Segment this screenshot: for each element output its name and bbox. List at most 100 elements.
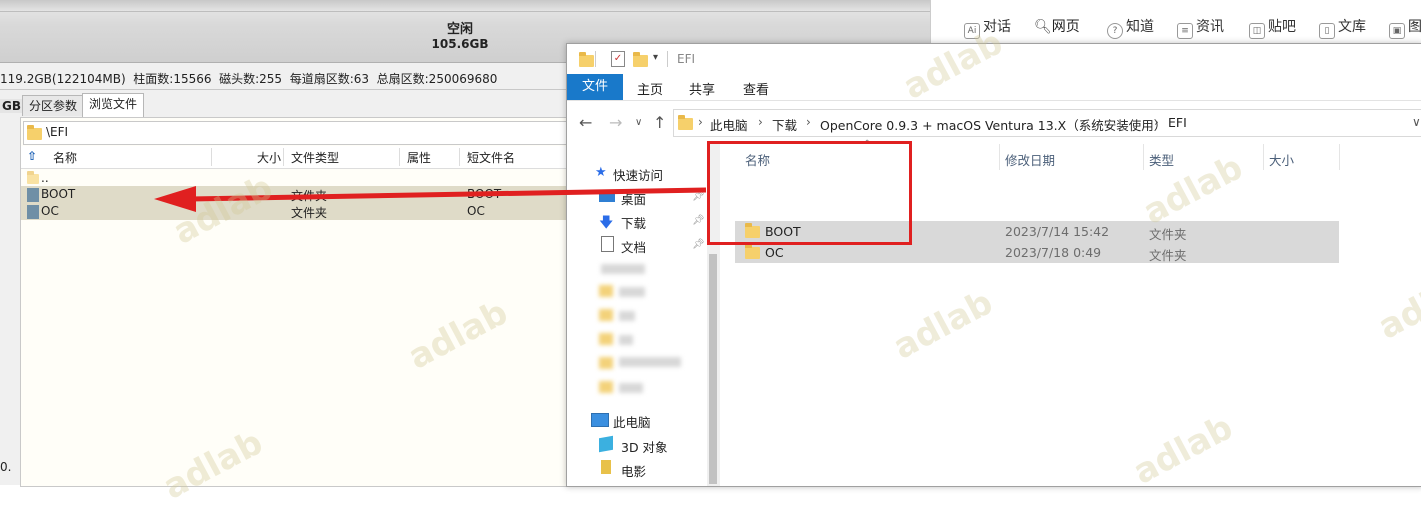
row-type: 文件夹 bbox=[1149, 248, 1187, 263]
col-type[interactable]: 类型 bbox=[1149, 150, 1174, 169]
blurred-item bbox=[619, 335, 633, 345]
col-separator bbox=[1143, 144, 1144, 170]
folder-icon bbox=[599, 285, 613, 297]
title-bar[interactable]: ✓ ▾ EFI bbox=[567, 44, 1421, 74]
blurred-item bbox=[601, 264, 645, 274]
col-size[interactable]: 大小 bbox=[257, 149, 281, 166]
new-folder-icon[interactable] bbox=[633, 52, 648, 67]
tab-zhidao[interactable]: ? 知道 bbox=[1107, 16, 1154, 39]
tab-web[interactable]: 🔍︎网页 bbox=[1034, 16, 1080, 36]
col-attr[interactable]: 属性 bbox=[407, 149, 431, 166]
folder-icon bbox=[27, 205, 39, 219]
properties-icon[interactable]: ✓ bbox=[611, 51, 625, 67]
free-space-size: 105.6GB bbox=[431, 37, 489, 51]
row-date: 2023/7/18 0:49 bbox=[1005, 245, 1102, 260]
nav-this-pc[interactable]: 此电脑 bbox=[613, 412, 651, 431]
row-name: .. bbox=[41, 171, 49, 185]
row-type: 文件夹 bbox=[291, 206, 328, 220]
breadcrumb-efi[interactable]: EFI bbox=[1168, 115, 1187, 130]
breadcrumb-downloads[interactable]: 下载 bbox=[772, 115, 797, 134]
nav-desktop[interactable]: 桌面 bbox=[621, 189, 646, 208]
navigation-pane: ★ 快速访问 桌面 📌︎ 🡇 下载 📌︎ 文档 📌︎ 此电脑 3D 对象 电影 bbox=[567, 144, 707, 486]
col-type[interactable]: 文件类型 bbox=[291, 149, 339, 166]
tab-tieba[interactable]: ◫ 贴吧 bbox=[1249, 16, 1296, 39]
nav-quick-access[interactable]: 快速访问 bbox=[613, 165, 663, 184]
chevron-right-icon: › bbox=[698, 115, 703, 129]
divider bbox=[595, 51, 596, 67]
nav-downloads[interactable]: 下载 bbox=[621, 213, 646, 232]
nav-3d-objects[interactable]: 3D 对象 bbox=[621, 437, 668, 456]
col-separator bbox=[211, 148, 212, 166]
col-separator bbox=[999, 144, 1000, 170]
question-icon: ? bbox=[1107, 23, 1123, 39]
chevron-down-icon[interactable]: ∨ bbox=[1412, 115, 1421, 129]
col-date[interactable]: 修改日期 bbox=[1005, 150, 1055, 169]
blurred-item bbox=[619, 287, 645, 297]
this-pc-icon bbox=[591, 413, 609, 427]
col-separator bbox=[1339, 144, 1340, 170]
tab-news[interactable]: ≡ 资讯 bbox=[1177, 16, 1224, 39]
ribbon-tabs: 文件 主页 共享 查看 bbox=[567, 74, 1421, 101]
tab-label: 贴吧 bbox=[1268, 19, 1296, 35]
forward-arrow-icon[interactable]: → bbox=[609, 113, 622, 132]
scrollbar-thumb[interactable] bbox=[709, 254, 717, 484]
explorer-window: ✓ ▾ EFI 文件 主页 共享 查看 ← → ∨ ↑ › 此电脑 › 下载 ›… bbox=[566, 43, 1421, 487]
sort-up-icon[interactable]: ⇧ bbox=[27, 149, 37, 163]
tab-dialog[interactable]: Ai 对话 bbox=[964, 16, 1011, 39]
window-title: EFI bbox=[677, 52, 696, 66]
recent-chevron-icon[interactable]: ∨ bbox=[635, 117, 642, 128]
col-short-name[interactable]: 短文件名 bbox=[467, 149, 515, 166]
download-icon: 🡇 bbox=[599, 215, 614, 231]
pin-icon[interactable]: 📌︎ bbox=[692, 191, 705, 202]
chevron-right-icon: › bbox=[806, 115, 811, 129]
row-name: BOOT bbox=[41, 187, 76, 201]
folder-icon bbox=[678, 115, 693, 130]
folder-icon bbox=[579, 52, 594, 67]
row-type: 文件夹 bbox=[291, 189, 328, 203]
tab-label: 图 bbox=[1408, 19, 1421, 35]
image-icon: ▣ bbox=[1389, 23, 1405, 39]
nav-documents[interactable]: 文档 bbox=[621, 237, 646, 256]
col-size[interactable]: 大小 bbox=[1269, 150, 1294, 169]
blurred-item bbox=[619, 383, 643, 393]
breadcrumb-this-pc[interactable]: 此电脑 bbox=[710, 115, 748, 134]
chevron-down-icon[interactable]: ▾ bbox=[653, 52, 658, 63]
col-separator bbox=[399, 148, 400, 166]
tab-share[interactable]: 共享 bbox=[689, 79, 715, 98]
status-fragment: 0. bbox=[0, 460, 12, 474]
tab-browse-files[interactable]: 浏览文件 bbox=[82, 93, 145, 117]
pin-icon[interactable]: 📌︎ bbox=[692, 215, 705, 226]
address-bar[interactable]: › 此电脑 › 下载 › OpenCore 0.9.3 + macOS Vent… bbox=[673, 109, 1421, 137]
ai-icon: Ai bbox=[964, 23, 980, 39]
chevron-right-icon: › bbox=[758, 115, 763, 129]
path-text: \EFI bbox=[46, 125, 69, 139]
back-arrow-icon[interactable]: ← bbox=[579, 113, 592, 132]
breadcrumb-opencore[interactable]: OpenCore 0.9.3 + macOS Ventura 13.X（系统安装… bbox=[820, 115, 1166, 134]
row-date: 2023/7/14 15:42 bbox=[1005, 224, 1110, 239]
tab-partition-params[interactable]: 分区参数 bbox=[22, 95, 85, 116]
nav-movies[interactable]: 电影 bbox=[621, 461, 646, 480]
tab-images[interactable]: ▣ 图 bbox=[1389, 16, 1421, 39]
folder-icon bbox=[599, 357, 613, 369]
address-row: ← → ∨ ↑ › 此电脑 › 下载 › OpenCore 0.9.3 + ma… bbox=[567, 104, 1421, 140]
up-arrow-icon[interactable]: ↑ bbox=[653, 113, 666, 132]
row-name: OC bbox=[41, 204, 59, 218]
col-separator bbox=[459, 148, 460, 166]
pin-icon[interactable]: 📌︎ bbox=[692, 239, 705, 250]
3d-objects-icon bbox=[599, 435, 613, 453]
blurred-item bbox=[619, 357, 681, 367]
video-icon bbox=[601, 460, 611, 474]
tab-view[interactable]: 查看 bbox=[743, 79, 769, 98]
tab-home[interactable]: 主页 bbox=[637, 79, 663, 98]
tab-wenku[interactable]: ▯ 文库 bbox=[1319, 16, 1366, 39]
col-name[interactable]: 名称 bbox=[53, 149, 77, 166]
tab-file[interactable]: 文件 bbox=[567, 74, 623, 100]
star-icon: ★ bbox=[595, 165, 607, 180]
col-separator bbox=[283, 148, 284, 166]
row-short-name: BOOT bbox=[467, 187, 502, 201]
news-icon: ≡ bbox=[1177, 23, 1193, 39]
folder-icon bbox=[599, 381, 613, 393]
folder-icon bbox=[27, 125, 42, 140]
annotation-highlight-box bbox=[707, 141, 912, 245]
file-row[interactable]: OC 2023/7/18 0:49 文件夹 bbox=[735, 242, 1339, 263]
